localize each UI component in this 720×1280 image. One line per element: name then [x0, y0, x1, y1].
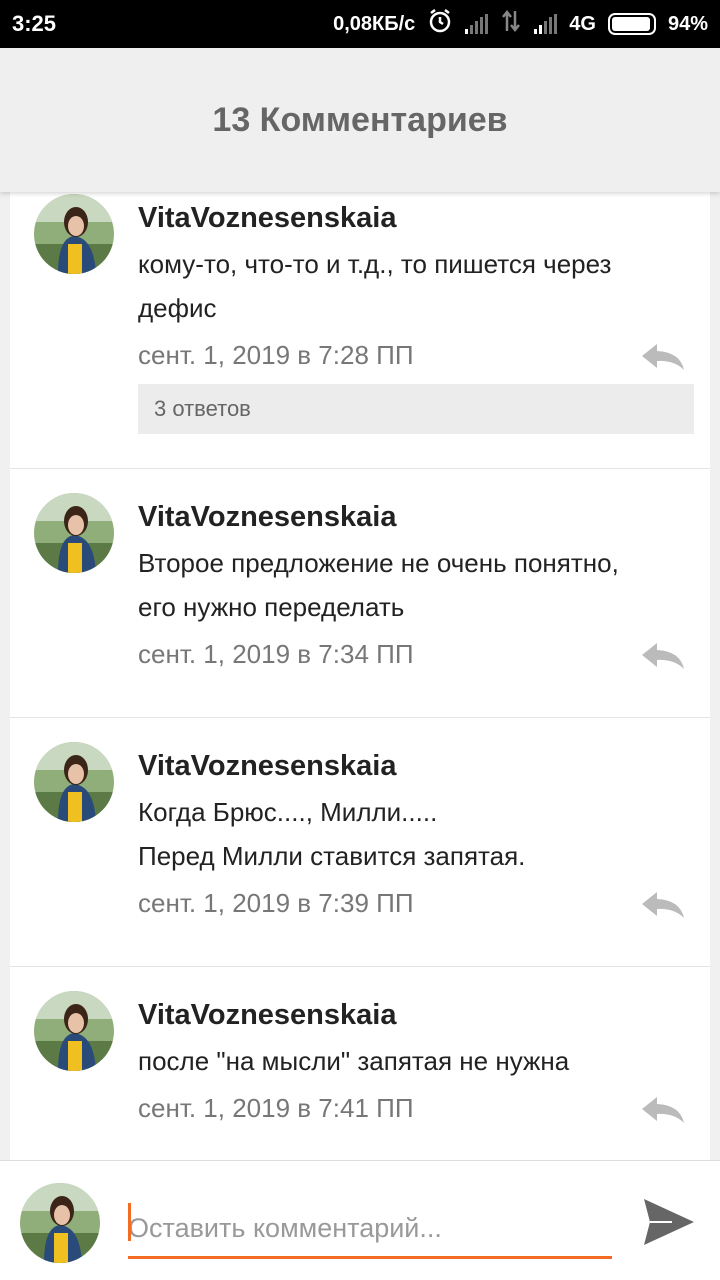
avatar[interactable] — [34, 742, 114, 822]
comment-date: сент. 1, 2019 в 7:39 ПП — [138, 888, 414, 918]
comment-item: VitaVoznesenskaia после "на мысли" запят… — [10, 967, 710, 1160]
text-caret — [128, 1203, 131, 1241]
replies-button[interactable]: 3 ответов — [138, 384, 694, 434]
reply-icon[interactable] — [640, 1095, 686, 1125]
status-indicators: 0,08КБ/с 4G 94% — [333, 8, 708, 40]
comment-item: VitaVoznesenskaia кому-то, что-то и т.д.… — [10, 192, 710, 469]
replies-label: 3 ответов — [154, 396, 251, 421]
comment-date: сент. 1, 2019 в 7:34 ПП — [138, 639, 414, 669]
network-type: 4G — [569, 12, 596, 35]
avatar[interactable] — [34, 194, 114, 274]
comment-author[interactable]: VitaVoznesenskaia — [138, 501, 396, 534]
battery-icon — [607, 13, 656, 35]
comment-item: VitaVoznesenskaia Второе предложение не … — [10, 469, 710, 718]
comment-author[interactable]: VitaVoznesenskaia — [138, 999, 396, 1032]
reply-icon[interactable] — [640, 641, 686, 671]
comment-text: Второе предложение не очень понятно, его… — [138, 548, 619, 622]
signal-icon — [465, 14, 489, 34]
comment-composer — [0, 1160, 720, 1280]
comment-text: после "на мысли" запятая не нужна — [138, 1046, 570, 1076]
comment-item: VitaVoznesenskaia Когда Брюс...., Милли.… — [10, 718, 710, 967]
battery-level — [611, 17, 650, 31]
alarm-icon — [427, 8, 453, 40]
avatar — [20, 1183, 100, 1263]
data-transfer-icon — [500, 9, 522, 39]
comment-author[interactable]: VitaVoznesenskaia — [138, 750, 396, 783]
comment-text: кому-то, что-то и т.д., то пишется через… — [138, 249, 612, 323]
comment-input[interactable] — [128, 1201, 612, 1259]
comments-header: 13 Комментариев — [0, 48, 720, 192]
status-bar: 3:25 0,08КБ/с 4G 94% — [0, 0, 720, 48]
send-icon[interactable] — [642, 1197, 696, 1247]
status-time: 3:25 — [12, 11, 57, 36]
comment-date: сент. 1, 2019 в 7:28 ПП — [138, 340, 414, 370]
page-title: 13 Комментариев — [212, 100, 508, 139]
comment-list[interactable]: VitaVoznesenskaia кому-то, что-то и т.д.… — [10, 192, 710, 1160]
comment-text: Когда Брюс...., Милли..... Перед Милли с… — [138, 797, 526, 871]
signal-icon — [534, 14, 558, 34]
avatar[interactable] — [34, 493, 114, 573]
network-speed: 0,08КБ/с — [333, 12, 416, 35]
reply-icon[interactable] — [640, 342, 686, 372]
comment-date: сент. 1, 2019 в 7:41 ПП — [138, 1093, 414, 1123]
avatar[interactable] — [34, 991, 114, 1071]
comment-author[interactable]: VitaVoznesenskaia — [138, 202, 396, 235]
reply-icon[interactable] — [640, 890, 686, 920]
battery-percent: 94% — [667, 12, 708, 35]
